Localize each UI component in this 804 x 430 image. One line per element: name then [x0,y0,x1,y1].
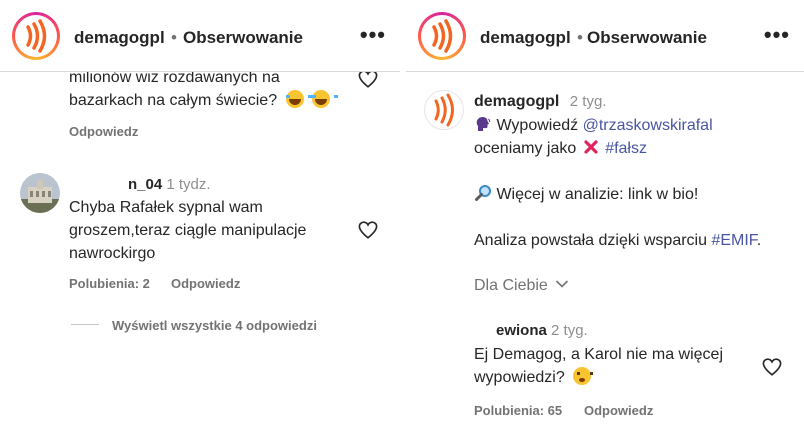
comment-time: 1 tydz. [166,176,211,193]
post-header: demagogpl • Obserwowanie ••• [0,0,400,72]
for-you-dropdown[interactable]: Dla Ciebie [474,277,569,295]
comment-text: milionów wiz rozdawanych na bazarkach na… [69,66,338,112]
cross-mark-icon [584,140,598,154]
reply-link[interactable]: Odpowiedz [69,124,138,139]
magnifier-icon [475,185,491,201]
laughing-emoji-icon [285,90,312,108]
post-time: 2 tyg. [569,93,607,110]
more-options-icon[interactable]: ••• [360,22,386,48]
comment-text-line: wypowiedzi? [474,369,565,386]
header-separator: • [171,28,177,47]
comment-text-line: Chyba Rafałek sypnal wam [69,199,263,216]
comment-text-line: nawrockirgo [69,245,156,262]
reply-link[interactable]: Odpowiedz [584,403,653,418]
comment-time: 2 tyg. [551,322,588,339]
caption-text: oceniamy jako [474,140,577,157]
post-caption: Wypowiedź @trzaskowskirafal oceniamy jak… [474,114,761,252]
following-button[interactable]: Obserwowanie [587,28,707,48]
post-avatar[interactable] [424,90,464,130]
comment-header: ewiona 2 tyg. [496,322,588,339]
heart-icon[interactable] [358,221,378,239]
header-username[interactable]: demagogpl [480,28,571,48]
hashtag-link[interactable]: #fałsz [605,140,647,157]
post-header: demagogpl • Obserwowanie ••• [406,0,804,72]
replies-divider [71,324,99,325]
comment-text-line: bazarkach na całym świecie? [69,92,278,109]
hashtag-link[interactable]: #EMIF [711,232,756,249]
more-options-icon[interactable]: ••• [764,22,790,48]
post-header-line: demagogpl 2 tyg. [474,93,606,111]
caption-text: . [756,232,762,249]
thinking-emoji-icon [573,367,594,385]
reply-link[interactable]: Odpowiedz [171,276,240,291]
right-panel: demagogpl • Obserwowanie ••• demagogpl 2… [406,0,804,430]
header-username[interactable]: demagogpl [74,28,165,48]
demagog-logo-icon [26,19,47,53]
likes-count[interactable]: Polubienia: 65 [474,403,562,418]
heart-icon[interactable] [358,70,378,88]
heart-icon[interactable] [762,358,782,376]
comment-text: Chyba Rafałek sypnal wam groszem,teraz c… [69,196,306,265]
chevron-down-icon [556,280,569,288]
left-panel: milionów wiz rozdawanych na bazarkach na… [0,0,400,430]
speaking-head-icon [476,116,491,131]
demagog-logo-icon [432,19,453,53]
view-replies-button[interactable]: Wyświetl wszystkie 4 odpowiedzi [112,318,317,333]
header-separator: • [577,28,583,47]
comment-text: Ej Demagog, a Karol nie ma więcej wypowi… [474,343,723,389]
likes-count[interactable]: Polubienia: 2 [69,276,150,291]
avatar[interactable] [20,173,60,213]
for-you-label: Dla Ciebie [474,277,548,294]
post-username[interactable]: demagogpl [474,93,559,110]
comment-username[interactable]: n_04 [128,176,162,193]
comment-text-line: Ej Demagog, a Karol nie ma więcej [474,346,724,363]
comment-username[interactable]: ewiona [496,322,547,339]
following-button[interactable]: Obserwowanie [183,28,303,48]
mention-link[interactable]: @trzaskowskirafal [583,117,713,134]
profile-avatar[interactable] [418,12,466,60]
profile-avatar[interactable] [12,12,60,60]
comment-header: n_04 1 tydz. [128,176,211,193]
comment-text-line: groszem,teraz ciągle manipulacje [69,222,307,239]
caption-text: Wypowiedź [496,117,579,134]
caption-text: Więcej w analizie: link w bio! [496,186,699,203]
caption-text: Analiza powstała dzięki wsparciu [474,232,707,249]
laughing-emoji-icon [312,90,338,108]
